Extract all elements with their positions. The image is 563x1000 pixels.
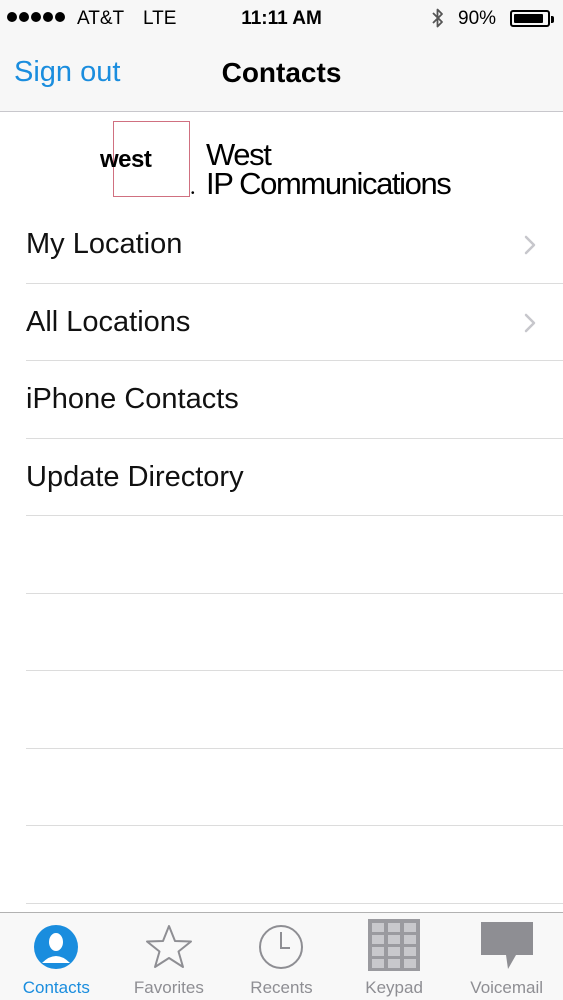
contacts-icon xyxy=(34,925,79,969)
logo-wordmark: West IP Communications xyxy=(206,137,452,201)
list-item-label: My Location xyxy=(26,228,183,260)
page-title: Contacts xyxy=(221,57,342,88)
tab-label: Contacts xyxy=(22,978,90,997)
list-item-all-locations[interactable]: All Locations xyxy=(26,284,563,361)
list-item-update-directory[interactable]: Update Directory xyxy=(26,439,563,516)
logo-registered-mark: • xyxy=(191,188,195,199)
logo-mark-text: west xyxy=(100,146,152,173)
voicemail-icon xyxy=(480,922,533,969)
tab-recents[interactable]: Recents xyxy=(225,913,338,1000)
tab-contacts[interactable]: Contacts xyxy=(0,913,113,1000)
chevron-right-icon xyxy=(524,313,536,332)
tab-label: Favorites xyxy=(133,978,204,997)
list-item-label: All Locations xyxy=(26,305,191,338)
tab-label: Keypad xyxy=(365,978,423,997)
empty-row xyxy=(26,749,563,826)
bluetooth-icon xyxy=(432,8,443,28)
tab-bar: Contacts Favorites Recents Keypad Voicem… xyxy=(0,912,563,1000)
logo-line-2: IP Communications xyxy=(206,166,452,201)
battery-icon xyxy=(510,10,554,27)
west-logo: west • West IP Communications xyxy=(0,112,563,204)
screen: AT&T LTE 11:11 AM 90% Sign out Contacts … xyxy=(0,0,563,1000)
clock-icon xyxy=(259,925,304,969)
empty-row xyxy=(26,516,563,594)
battery-level-fill xyxy=(514,14,543,23)
empty-row xyxy=(26,826,563,904)
tab-label: Voicemail xyxy=(470,978,544,997)
list-item-my-location[interactable]: My Location xyxy=(26,206,563,284)
tab-favorites[interactable]: Favorites xyxy=(113,913,226,1000)
list-item-iphone-contacts[interactable]: iPhone Contacts xyxy=(26,361,563,439)
menu-list: My Location All Locations iPhone Contact… xyxy=(0,206,563,904)
list-item-label: Update Directory xyxy=(26,460,244,493)
star-icon xyxy=(145,925,192,968)
tab-keypad[interactable]: Keypad xyxy=(338,913,451,1000)
empty-row xyxy=(26,594,563,671)
battery-percent: 90% xyxy=(458,8,497,29)
chevron-right-icon xyxy=(524,235,536,255)
keypad-icon xyxy=(368,919,421,971)
list-item-label: iPhone Contacts xyxy=(26,383,239,415)
status-bar: AT&T LTE 11:11 AM 90% xyxy=(0,0,563,38)
navigation-bar: Sign out Contacts xyxy=(0,38,563,112)
logo-line-1: West xyxy=(206,137,272,172)
tab-label: Recents xyxy=(250,978,313,997)
empty-row xyxy=(26,671,563,749)
tab-voicemail[interactable]: Voicemail xyxy=(450,913,563,1000)
